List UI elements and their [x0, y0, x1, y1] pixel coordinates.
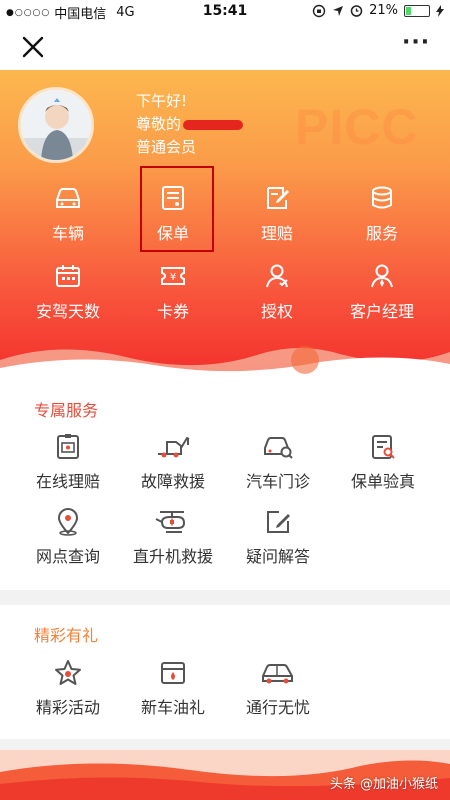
highlight-annotation: [140, 166, 214, 252]
header-wave: [0, 346, 450, 380]
salutation-text: 尊敬的: [136, 115, 182, 133]
menu-label: 车辆: [51, 224, 84, 243]
menu-label: 服务: [365, 224, 398, 243]
faq-icon: [267, 511, 290, 533]
avatar[interactable]: [18, 87, 94, 163]
service-label: 网点查询: [35, 547, 100, 566]
gift-label: 精彩活动: [35, 698, 100, 717]
bottom-banner: 头条 @加油小猴纸: [0, 750, 450, 800]
service-icon: [372, 186, 392, 209]
alarm-icon: [350, 5, 363, 17]
service-label: 保单验真: [350, 472, 415, 491]
tow-truck-icon: [158, 436, 190, 458]
service-faq[interactable]: 疑问解答: [223, 508, 333, 567]
gifts-section: 精彩有礼 精彩活动 新车油礼 通行无忧: [0, 605, 450, 739]
battery-fill: [406, 6, 411, 15]
authorize-icon: [266, 264, 288, 288]
close-icon[interactable]: [20, 34, 46, 60]
gift-activities[interactable]: 精彩活动: [13, 659, 123, 718]
gift-label: 新车油礼: [140, 698, 205, 717]
salutation-line: 尊敬的: [136, 113, 244, 136]
menu-item-claim[interactable]: 理赔: [227, 184, 327, 244]
claim-icon: [267, 187, 289, 209]
greeting-block: 下午好! 尊敬的 普通会员: [136, 90, 244, 159]
picc-logo-watermark: PICC: [295, 99, 419, 155]
redacted-name: [183, 119, 244, 130]
status-right: 21%: [312, 3, 444, 18]
menu-item-coupons[interactable]: ¥ 卡券: [123, 262, 223, 322]
menu-label: 客户经理: [349, 302, 414, 321]
nav-bar: ···: [0, 22, 450, 70]
status-bar: ●○○○○ 中国电信 4G 15:41 21%: [0, 0, 450, 22]
car-pass-icon: [262, 664, 293, 684]
menu-label: 安驾天数: [35, 302, 100, 321]
menu-item-vehicle[interactable]: 车辆: [18, 184, 118, 244]
menu-item-account-manager[interactable]: 客户经理: [332, 262, 432, 322]
location-arrow-icon: [333, 5, 344, 16]
location-icon: [57, 508, 79, 536]
battery-icon: [404, 4, 430, 17]
svg-text:¥: ¥: [170, 272, 176, 283]
star-icon: [55, 660, 81, 685]
exclusive-services-section: 专属服务 在线理赔 故障救援 汽车门诊 保单验真 网点查询 直升机救援 疑问解答: [0, 380, 450, 590]
service-helicopter-rescue[interactable]: 直升机救援: [118, 508, 228, 567]
section-title: 精彩有礼: [34, 626, 99, 645]
menu-item-safe-days[interactable]: 安驾天数: [18, 262, 118, 322]
service-label: 在线理赔: [35, 472, 100, 491]
avatar-image: [21, 90, 91, 160]
service-branch-search[interactable]: 网点查询: [13, 508, 123, 567]
profile-header: PICC 下午好! 尊敬的 普通会员 车辆 保单 理赔 服务 安驾天数 ¥ 卡券…: [0, 70, 450, 380]
charging-icon: [436, 4, 444, 17]
battery-percent: 21%: [369, 3, 398, 18]
menu-item-authorize[interactable]: 授权: [227, 262, 327, 322]
service-label: 疑问解答: [245, 547, 310, 566]
fuel-card-icon: [161, 662, 185, 684]
service-online-claim[interactable]: 在线理赔: [13, 433, 123, 492]
gift-new-car-fuel[interactable]: 新车油礼: [118, 659, 228, 718]
calendar-icon: [56, 265, 80, 287]
service-breakdown-rescue[interactable]: 故障救援: [118, 433, 228, 492]
coupon-icon: ¥: [161, 267, 185, 285]
member-level[interactable]: 普通会员: [136, 136, 243, 159]
menu-label: 卡券: [156, 302, 189, 321]
car-clinic-icon: [264, 437, 293, 459]
section-title: 专属服务: [34, 401, 99, 420]
service-verify-policy[interactable]: 保单验真: [328, 433, 438, 492]
service-label: 直升机救援: [132, 547, 213, 566]
gift-label: 通行无忧: [245, 698, 310, 717]
menu-label: 授权: [260, 302, 293, 321]
online-claim-icon: [57, 434, 79, 459]
car-icon: [56, 188, 80, 208]
service-car-clinic[interactable]: 汽车门诊: [223, 433, 333, 492]
gift-toll-pass[interactable]: 通行无忧: [223, 659, 333, 718]
more-icon[interactable]: ···: [402, 32, 432, 56]
service-label: 汽车门诊: [245, 472, 310, 491]
watermark: 头条 @加油小猴纸: [329, 777, 438, 792]
orientation-lock-icon: [312, 4, 326, 17]
greeting-text: 下午好!: [136, 92, 188, 110]
verify-policy-icon: [372, 435, 395, 459]
service-label: 故障救援: [140, 472, 205, 491]
manager-icon: [371, 264, 393, 288]
menu-label: 理赔: [260, 224, 293, 243]
helicopter-icon: [155, 511, 186, 533]
menu-item-service[interactable]: 服务: [332, 184, 432, 244]
